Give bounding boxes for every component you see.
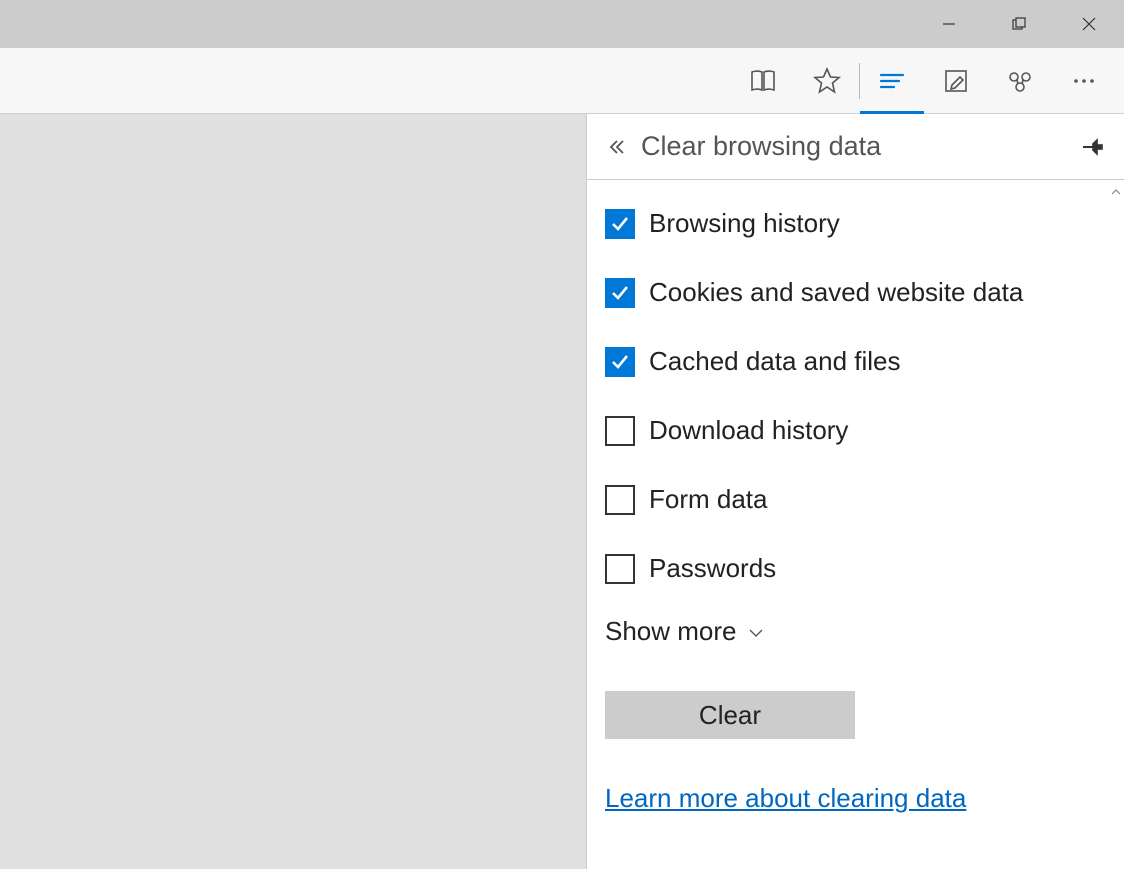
checkbox-label: Cookies and saved website data — [649, 277, 1023, 308]
note-icon — [941, 66, 971, 96]
checkbox-label: Passwords — [649, 553, 776, 584]
show-more-button[interactable]: Show more — [605, 616, 1106, 647]
clear-browsing-data-panel: Clear browsing data Browsing history Cook… — [586, 114, 1124, 869]
share-button[interactable] — [988, 48, 1052, 114]
book-icon — [748, 66, 778, 96]
reading-view-button[interactable] — [731, 48, 795, 114]
hub-icon — [877, 66, 907, 96]
checkbox[interactable] — [605, 209, 635, 239]
checkbox-label: Browsing history — [649, 208, 840, 239]
panel-header: Clear browsing data — [587, 114, 1124, 180]
checkbox[interactable] — [605, 278, 635, 308]
checkbox-row[interactable]: Browsing history — [605, 208, 1106, 239]
checkbox-row[interactable]: Passwords — [605, 553, 1106, 584]
clear-button-label: Clear — [699, 700, 761, 731]
minimize-button[interactable] — [914, 0, 984, 48]
pin-button[interactable] — [1078, 131, 1110, 163]
panel-back-button[interactable] — [601, 131, 633, 163]
more-button[interactable] — [1052, 48, 1116, 114]
minimize-icon — [942, 17, 956, 31]
maximize-button[interactable] — [984, 0, 1054, 48]
checkbox-row[interactable]: Cached data and files — [605, 346, 1106, 377]
checkbox[interactable] — [605, 347, 635, 377]
favorites-button[interactable] — [795, 48, 859, 114]
browser-toolbar — [0, 48, 1124, 114]
window-titlebar — [0, 0, 1124, 48]
checkbox-row[interactable]: Form data — [605, 484, 1106, 515]
panel-title: Clear browsing data — [641, 131, 1078, 162]
more-icon — [1069, 66, 1099, 96]
share-icon — [1005, 66, 1035, 96]
checkbox-label: Cached data and files — [649, 346, 901, 377]
scroll-up-icon[interactable] — [1110, 184, 1122, 202]
close-icon — [1082, 17, 1096, 31]
learn-more-link[interactable]: Learn more about clearing data — [605, 783, 966, 813]
panel-body: Browsing history Cookies and saved websit… — [587, 180, 1124, 869]
checkbox[interactable] — [605, 554, 635, 584]
checkbox[interactable] — [605, 416, 635, 446]
chevron-down-icon — [747, 616, 765, 647]
maximize-icon — [1012, 17, 1026, 31]
window-controls — [914, 0, 1124, 48]
checkbox-label: Download history — [649, 415, 848, 446]
hub-button[interactable] — [860, 48, 924, 114]
checkbox[interactable] — [605, 485, 635, 515]
close-button[interactable] — [1054, 0, 1124, 48]
show-more-label: Show more — [605, 616, 737, 647]
checkbox-label: Form data — [649, 484, 768, 515]
checkbox-row[interactable]: Cookies and saved website data — [605, 277, 1106, 308]
pin-icon — [1081, 137, 1107, 157]
star-icon — [812, 66, 842, 96]
clear-button[interactable]: Clear — [605, 691, 855, 739]
checkbox-row[interactable]: Download history — [605, 415, 1106, 446]
chevron-left-double-icon — [607, 137, 627, 157]
web-note-button[interactable] — [924, 48, 988, 114]
